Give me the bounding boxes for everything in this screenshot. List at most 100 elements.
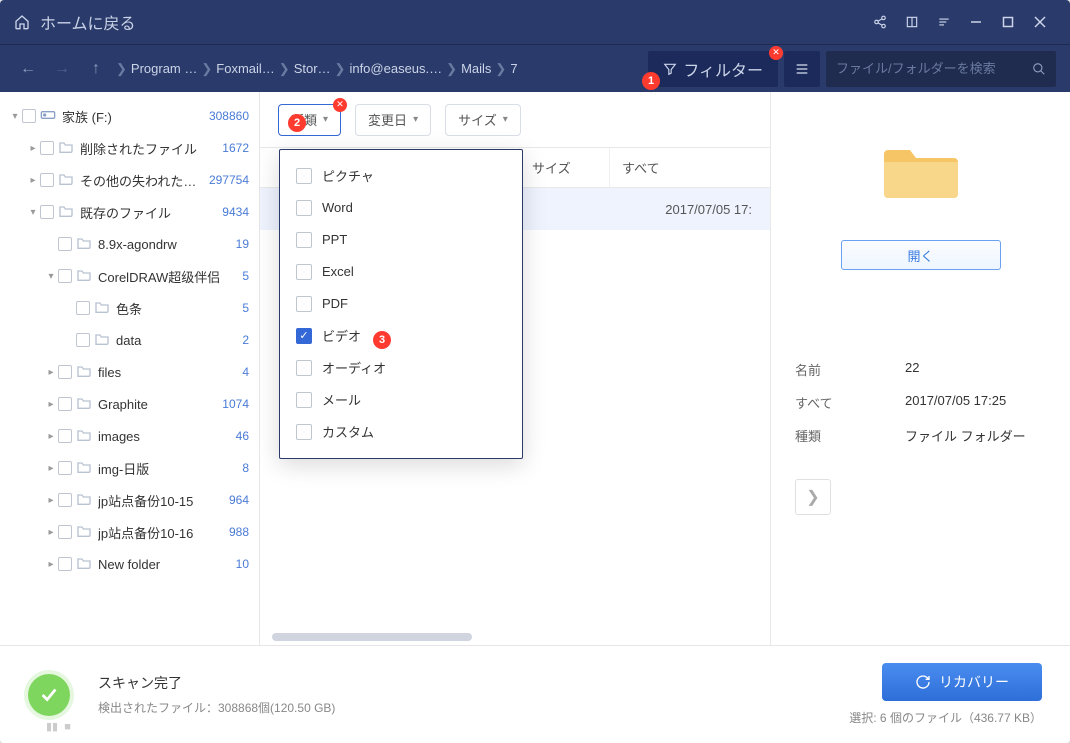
tree-checkbox[interactable] bbox=[58, 493, 72, 507]
dropdown-item[interactable]: Word bbox=[280, 192, 522, 224]
search-input[interactable] bbox=[836, 61, 1032, 76]
tree-twisty[interactable]: ▸ bbox=[44, 397, 58, 411]
preview-next-button[interactable]: ❯ bbox=[795, 479, 831, 515]
tree-row[interactable]: ▾既存のファイル9434 bbox=[0, 196, 259, 228]
filter-clear-icon[interactable]: ✕ bbox=[769, 46, 783, 60]
back-button[interactable]: ← bbox=[14, 55, 42, 83]
layout-button[interactable] bbox=[896, 6, 928, 38]
tree-twisty[interactable]: ▾ bbox=[26, 205, 40, 219]
search-box[interactable] bbox=[826, 51, 1056, 87]
tree-row[interactable]: 色条5 bbox=[0, 292, 259, 324]
home-button[interactable]: ホームに戻る bbox=[14, 10, 136, 34]
tree-twisty[interactable]: ▸ bbox=[44, 461, 58, 475]
dropdown-item[interactable]: カスタム bbox=[280, 416, 522, 448]
menu-button[interactable] bbox=[928, 6, 960, 38]
dropdown-item[interactable]: メール bbox=[280, 384, 522, 416]
tree-checkbox[interactable] bbox=[58, 269, 72, 283]
tree-row[interactable]: ▸Graphite1074 bbox=[0, 388, 259, 420]
breadcrumb-item[interactable]: info@easeus.… bbox=[349, 61, 442, 76]
tree-label: 色条 bbox=[116, 299, 242, 318]
view-mode-button[interactable] bbox=[784, 51, 820, 87]
breadcrumb-item[interactable]: 7 bbox=[510, 61, 517, 76]
filter-chip-date[interactable]: 変更日▾ bbox=[355, 104, 431, 136]
tree-twisty[interactable] bbox=[62, 301, 76, 315]
tree-checkbox[interactable] bbox=[58, 525, 72, 539]
list-icon bbox=[794, 61, 810, 77]
tree-twisty[interactable] bbox=[44, 237, 58, 251]
tree-twisty[interactable]: ▸ bbox=[44, 493, 58, 507]
tree-checkbox[interactable] bbox=[40, 141, 54, 155]
tree-row[interactable]: ▾家族 (F:)308860 bbox=[0, 100, 259, 132]
close-button[interactable] bbox=[1024, 6, 1056, 38]
sidebar-tree[interactable]: ▾家族 (F:)308860▸削除されたファイル1672▸その他の失われたフ…2… bbox=[0, 92, 260, 645]
tree-row[interactable]: ▸images46 bbox=[0, 420, 259, 452]
dropdown-checkbox[interactable] bbox=[296, 424, 312, 440]
tree-twisty[interactable]: ▾ bbox=[44, 269, 58, 283]
col-size[interactable]: サイズ bbox=[520, 148, 610, 187]
filter-button[interactable]: フィルター ✕ bbox=[648, 51, 778, 87]
status-title: スキャン完了 bbox=[98, 673, 335, 693]
tree-row[interactable]: ▸jp站点备份10-15964 bbox=[0, 484, 259, 516]
dropdown-checkbox[interactable]: ✓ bbox=[296, 328, 312, 344]
tree-twisty[interactable]: ▸ bbox=[44, 429, 58, 443]
tree-row[interactable]: ▸files4 bbox=[0, 356, 259, 388]
tree-twisty[interactable]: ▸ bbox=[44, 525, 58, 539]
tree-row[interactable]: ▸jp站点备份10-16988 bbox=[0, 516, 259, 548]
up-button[interactable]: ↑ bbox=[82, 55, 110, 83]
filter-chip-size[interactable]: サイズ▾ bbox=[445, 104, 521, 136]
breadcrumb-item[interactable]: Mails bbox=[461, 61, 491, 76]
tree-checkbox[interactable] bbox=[40, 173, 54, 187]
tree-row[interactable]: ▾CorelDRAW超级伴侣5 bbox=[0, 260, 259, 292]
tree-checkbox[interactable] bbox=[22, 109, 36, 123]
open-button[interactable]: 開く bbox=[841, 240, 1001, 270]
breadcrumb-item[interactable]: Foxmail… bbox=[216, 61, 275, 76]
pause-controls[interactable]: ▮▮ ■ bbox=[46, 720, 71, 733]
pv-date-value: 2017/07/05 17:25 bbox=[905, 393, 1006, 412]
tree-checkbox[interactable] bbox=[58, 237, 72, 251]
tree-checkbox[interactable] bbox=[58, 557, 72, 571]
share-button[interactable] bbox=[864, 6, 896, 38]
tree-row[interactable]: data2 bbox=[0, 324, 259, 356]
recover-button[interactable]: リカバリー bbox=[882, 663, 1042, 701]
tree-twisty[interactable]: ▸ bbox=[44, 365, 58, 379]
dropdown-checkbox[interactable] bbox=[296, 232, 312, 248]
tree-twisty[interactable]: ▸ bbox=[26, 173, 40, 187]
tree-twisty[interactable] bbox=[62, 333, 76, 347]
dropdown-item[interactable]: ✓ビデオ bbox=[280, 320, 522, 352]
dropdown-checkbox[interactable] bbox=[296, 200, 312, 216]
tree-twisty[interactable]: ▾ bbox=[8, 109, 22, 123]
tree-checkbox[interactable] bbox=[76, 301, 90, 315]
tree-checkbox[interactable] bbox=[58, 365, 72, 379]
dropdown-checkbox[interactable] bbox=[296, 360, 312, 376]
dropdown-item[interactable]: ピクチャ bbox=[280, 160, 522, 192]
tree-checkbox[interactable] bbox=[58, 397, 72, 411]
tree-checkbox[interactable] bbox=[40, 205, 54, 219]
col-date[interactable]: すべて bbox=[610, 148, 770, 187]
breadcrumb-item[interactable]: Stor… bbox=[294, 61, 331, 76]
forward-button[interactable]: → bbox=[48, 55, 76, 83]
tree-row[interactable]: ▸img-日版8 bbox=[0, 452, 259, 484]
dropdown-checkbox[interactable] bbox=[296, 168, 312, 184]
breadcrumb-item[interactable]: Program … bbox=[131, 61, 197, 76]
dropdown-checkbox[interactable] bbox=[296, 264, 312, 280]
dropdown-checkbox[interactable] bbox=[296, 296, 312, 312]
tree-row[interactable]: ▸New folder10 bbox=[0, 548, 259, 580]
dropdown-checkbox[interactable] bbox=[296, 392, 312, 408]
dropdown-item[interactable]: オーディオ bbox=[280, 352, 522, 384]
dropdown-item[interactable]: PDF bbox=[280, 288, 522, 320]
tree-row[interactable]: ▸削除されたファイル1672 bbox=[0, 132, 259, 164]
dropdown-label: Word bbox=[322, 200, 353, 215]
minimize-button[interactable] bbox=[960, 6, 992, 38]
tree-row[interactable]: 8.9x-agondrw19 bbox=[0, 228, 259, 260]
tree-twisty[interactable]: ▸ bbox=[44, 557, 58, 571]
maximize-button[interactable] bbox=[992, 6, 1024, 38]
dropdown-item[interactable]: PPT bbox=[280, 224, 522, 256]
horizontal-scrollbar[interactable] bbox=[272, 633, 472, 641]
chip-type-clear[interactable]: ✕ bbox=[333, 98, 347, 112]
tree-checkbox[interactable] bbox=[76, 333, 90, 347]
tree-checkbox[interactable] bbox=[58, 461, 72, 475]
dropdown-item[interactable]: Excel bbox=[280, 256, 522, 288]
tree-checkbox[interactable] bbox=[58, 429, 72, 443]
tree-row[interactable]: ▸その他の失われたフ…297754 bbox=[0, 164, 259, 196]
tree-twisty[interactable]: ▸ bbox=[26, 141, 40, 155]
